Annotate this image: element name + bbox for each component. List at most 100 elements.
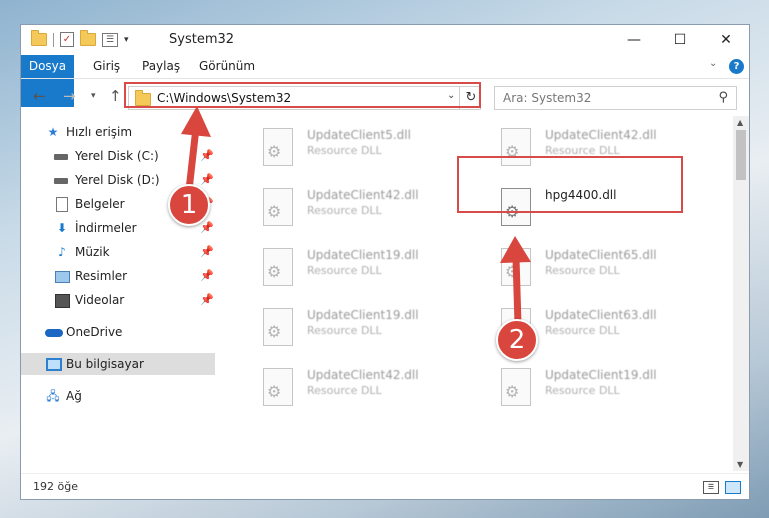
sidebar-item-label: Bu bilgisayar	[66, 357, 144, 371]
step-2-badge: 2	[496, 319, 538, 361]
drive-icon	[54, 154, 68, 160]
address-bar-highlight	[124, 82, 481, 108]
folder-icon	[31, 30, 47, 46]
sidebar-item-label: Ağ	[66, 389, 82, 403]
dll-file-icon	[263, 128, 293, 166]
dll-file-icon	[263, 248, 293, 286]
sidebar-item-pictures[interactable]: Resimler 📌	[21, 265, 215, 287]
sidebar-item-label: Hızlı erişim	[66, 125, 133, 139]
dll-file-icon	[263, 188, 293, 226]
file-item[interactable]: UpdateClient5.dll Resource DLL	[239, 122, 459, 174]
maximize-button[interactable]: ☐	[657, 25, 703, 55]
back-arrow-icon[interactable]: ←	[33, 87, 46, 105]
file-name: UpdateClient63.dll	[545, 308, 657, 322]
file-item[interactable]: UpdateClient42.dll Resource DLL	[239, 182, 459, 234]
scrollbar-thumb[interactable]	[736, 130, 746, 180]
minimize-button[interactable]: —	[611, 25, 657, 55]
sidebar-item-music[interactable]: ♪ Müzik 📌	[21, 241, 215, 263]
customize-icon[interactable]: ☰	[102, 32, 118, 47]
sidebar-item-local-disk-c[interactable]: Yerel Disk (C:) 📌	[21, 145, 215, 167]
details-view-icon[interactable]: ☰	[703, 481, 719, 494]
sidebar-item-label: Yerel Disk (C:)	[75, 149, 159, 163]
file-type: Resource DLL	[307, 324, 382, 337]
file-name: UpdateClient65.dll	[545, 248, 657, 262]
file-type: Resource DLL	[307, 264, 382, 277]
tab-share[interactable]: Paylaş	[142, 55, 180, 78]
large-icons-view-icon[interactable]	[725, 481, 741, 494]
file-type: Resource DLL	[545, 264, 620, 277]
star-icon: ★	[47, 125, 59, 139]
expand-ribbon-icon[interactable]: ⌄	[709, 58, 717, 69]
up-arrow-icon[interactable]: ↑	[109, 87, 122, 105]
pin-icon[interactable]: 📌	[200, 289, 214, 311]
chevron-down-icon[interactable]: ▾	[124, 35, 129, 45]
step-1-badge: 1	[168, 184, 210, 226]
sidebar-item-label: Resimler	[75, 269, 128, 283]
dll-file-icon	[501, 368, 531, 406]
file-name: UpdateClient19.dll	[545, 368, 657, 382]
file-type: Resource DLL	[307, 384, 382, 397]
file-name: UpdateClient42.dll	[545, 128, 657, 142]
file-name: UpdateClient5.dll	[307, 128, 411, 142]
vertical-scrollbar[interactable]: ▲ ▼	[733, 116, 749, 471]
pin-icon[interactable]: 📌	[200, 241, 214, 263]
file-item[interactable]: UpdateClient19.dll Resource DLL	[239, 302, 459, 354]
documents-icon	[56, 197, 68, 212]
search-icon[interactable]: ⚲	[718, 90, 728, 105]
computer-icon	[46, 358, 62, 371]
scroll-up-icon[interactable]: ▲	[737, 118, 743, 127]
pictures-icon	[55, 271, 70, 283]
file-name: UpdateClient42.dll	[307, 368, 419, 382]
download-icon: ⬇	[56, 221, 68, 235]
file-name: UpdateClient19.dll	[307, 308, 419, 322]
sidebar-item-label: Belgeler	[75, 197, 125, 211]
file-type: Resource DLL	[545, 384, 620, 397]
tab-view[interactable]: Görünüm	[199, 55, 255, 78]
sidebar-item-network[interactable]: 🖧 Ağ	[21, 385, 215, 407]
close-button[interactable]: ✕	[703, 25, 749, 55]
item-count: 192 öğe	[33, 480, 78, 493]
title-bar: ✓ ☰ ▾ System32 — ☐ ✕	[21, 25, 749, 55]
scroll-down-icon[interactable]: ▼	[737, 460, 743, 469]
file-item[interactable]: UpdateClient65.dll Resource DLL	[477, 242, 697, 294]
sidebar-item-label: Videolar	[75, 293, 125, 307]
file-item[interactable]: UpdateClient19.dll Resource DLL	[239, 242, 459, 294]
music-icon: ♪	[58, 245, 66, 259]
new-folder-icon[interactable]	[80, 30, 96, 46]
status-bar: 192 öğe ☰	[21, 473, 749, 499]
separator	[53, 32, 54, 47]
file-highlight	[457, 156, 683, 213]
network-icon: 🖧	[46, 389, 60, 403]
quick-access-toolbar: ✓ ☰ ▾	[31, 30, 129, 47]
file-type: Resource DLL	[545, 324, 620, 337]
dll-file-icon	[263, 368, 293, 406]
sidebar-item-label: OneDrive	[66, 325, 123, 339]
sidebar-item-this-pc[interactable]: Bu bilgisayar	[21, 353, 215, 375]
file-item[interactable]: UpdateClient42.dll Resource DLL	[239, 362, 459, 414]
file-item[interactable]: UpdateClient19.dll Resource DLL	[477, 362, 697, 414]
properties-check-icon[interactable]: ✓	[60, 32, 74, 47]
search-input[interactable]: Ara: System32 ⚲	[494, 86, 737, 110]
sidebar-item-label: Müzik	[75, 245, 110, 259]
help-button[interactable]: ?	[729, 59, 744, 74]
recent-locations-chevron-icon[interactable]: ▾	[91, 91, 96, 101]
ribbon: Dosya Giriş Paylaş Görünüm ⌄ ?	[21, 55, 749, 107]
sidebar-item-quick-access[interactable]: ★ Hızlı erişim	[21, 121, 215, 143]
pin-icon[interactable]: 📌	[200, 265, 214, 287]
file-name: UpdateClient42.dll	[307, 188, 419, 202]
dll-file-icon	[501, 248, 531, 286]
file-type: Resource DLL	[307, 144, 382, 157]
sidebar-item-label: Yerel Disk (D:)	[75, 173, 160, 187]
dll-file-icon	[263, 308, 293, 346]
sidebar-item-videos[interactable]: Videolar 📌	[21, 289, 215, 311]
pin-icon[interactable]: 📌	[200, 145, 214, 167]
drive-icon	[54, 178, 68, 184]
tab-home[interactable]: Giriş	[93, 55, 120, 78]
sidebar-item-label: İndirmeler	[75, 221, 137, 235]
navigation-pane: ★ Hızlı erişim Yerel Disk (C:) 📌 Yerel D…	[21, 116, 215, 471]
search-placeholder: Ara: System32	[503, 91, 592, 105]
window-title: System32	[169, 32, 235, 47]
forward-arrow-icon[interactable]: →	[63, 87, 76, 105]
videos-icon	[55, 294, 70, 308]
sidebar-item-onedrive[interactable]: OneDrive	[21, 321, 215, 343]
